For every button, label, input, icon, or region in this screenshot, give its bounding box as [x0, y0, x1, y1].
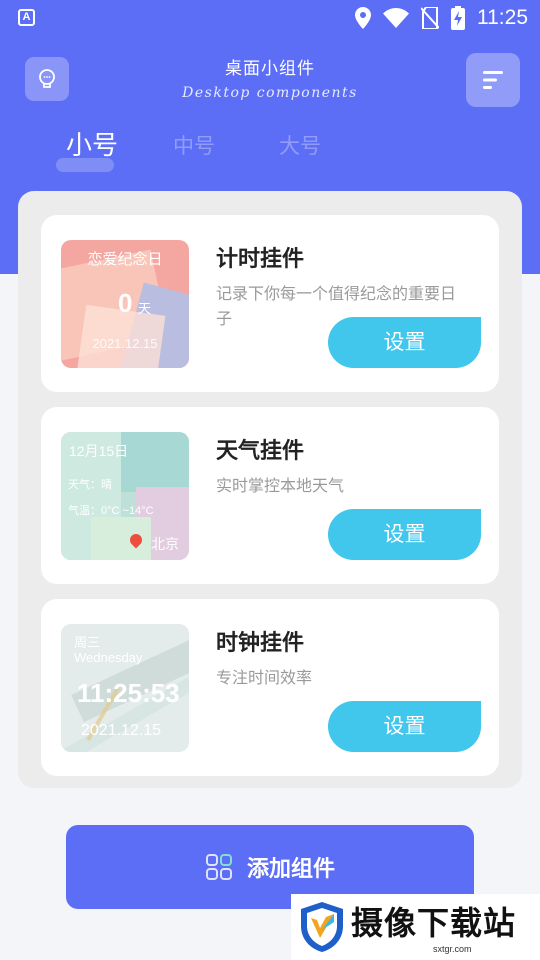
menu-icon: [483, 71, 503, 89]
widget-card-weather: 12月15日 天气：晴 气温：0°C ~14°C 北京 天气挂件 实时掌控本地天…: [41, 407, 499, 584]
shield-logo-icon: [301, 902, 343, 952]
tips-button[interactable]: [25, 57, 69, 101]
widget-title: 时钟挂件: [216, 631, 305, 656]
preview-city: 北京: [151, 536, 179, 552]
preview-date: 2021.12.15: [81, 722, 162, 739]
preview-time: 11:25:53: [77, 678, 180, 708]
widget-title: 计时挂件: [216, 247, 305, 272]
preview-weather: 天气：晴: [68, 479, 112, 491]
clock-widget-preview[interactable]: 周三 Wednesday 11:25:53 2021.12.15: [61, 624, 189, 752]
timer-widget-preview[interactable]: 恋爱纪念日 0 天 2021.12.15: [61, 240, 189, 368]
title-chinese: 桌面小组件: [225, 59, 315, 79]
preview-anniversary-label: 恋爱纪念日: [87, 250, 163, 268]
widget-description: 专注时间效率: [216, 668, 313, 687]
timer-settings-button[interactable]: 设置: [328, 317, 481, 368]
location-icon: [355, 7, 371, 29]
preview-temperature: 气温：0°C ~14°C: [68, 505, 154, 517]
preview-date: 12月15日: [69, 443, 129, 459]
site-watermark: 摄像下载站 sxtgr.com: [291, 894, 540, 960]
status-bar: A 11:25: [0, 0, 540, 36]
widget-title: 天气挂件: [216, 439, 305, 464]
widget-card-timer: 恋爱纪念日 0 天 2021.12.15 计时挂件 记录下你每一个值得纪念的重要…: [41, 215, 499, 392]
battery-charging-icon: [451, 6, 465, 30]
size-tabs: 小号 中号 大号: [0, 130, 540, 180]
preview-day-count: 0: [118, 288, 133, 318]
add-widget-label: 添加组件: [246, 857, 335, 882]
app-title: 桌面小组件 Desktop components: [140, 54, 400, 101]
watermark-url: sxtgr.com: [433, 944, 472, 954]
tab-medium[interactable]: 中号: [173, 130, 215, 160]
tab-large[interactable]: 大号: [279, 130, 321, 160]
clock-time: 11:25: [477, 6, 528, 29]
lightbulb-icon: [39, 69, 55, 88]
tab-small[interactable]: 小号: [66, 125, 118, 162]
weather-widget-preview[interactable]: 12月15日 天气：晴 气温：0°C ~14°C 北京: [61, 432, 189, 560]
widget-description: 实时掌控本地天气: [216, 476, 345, 495]
preview-weekday-en: Wednesday: [74, 650, 143, 665]
preview-weekday: 周三: [74, 635, 101, 650]
wifi-icon: [383, 8, 409, 28]
widgets-grid-icon: [205, 854, 232, 880]
watermark-text: 摄像下载站: [351, 904, 517, 942]
widget-card-clock: 周三 Wednesday 11:25:53 2021.12.15 时钟挂件 专注…: [41, 599, 499, 776]
preview-date: 2021.12.15: [92, 336, 158, 351]
clock-settings-button[interactable]: 设置: [328, 701, 481, 752]
app-notification-icon: A: [18, 9, 35, 26]
menu-button[interactable]: [466, 53, 520, 107]
preview-day-unit: 天: [138, 302, 152, 317]
status-icons: 11:25: [355, 5, 528, 31]
no-sim-icon: [421, 7, 439, 29]
weather-settings-button[interactable]: 设置: [328, 509, 481, 560]
title-english: Desktop components: [182, 85, 358, 101]
